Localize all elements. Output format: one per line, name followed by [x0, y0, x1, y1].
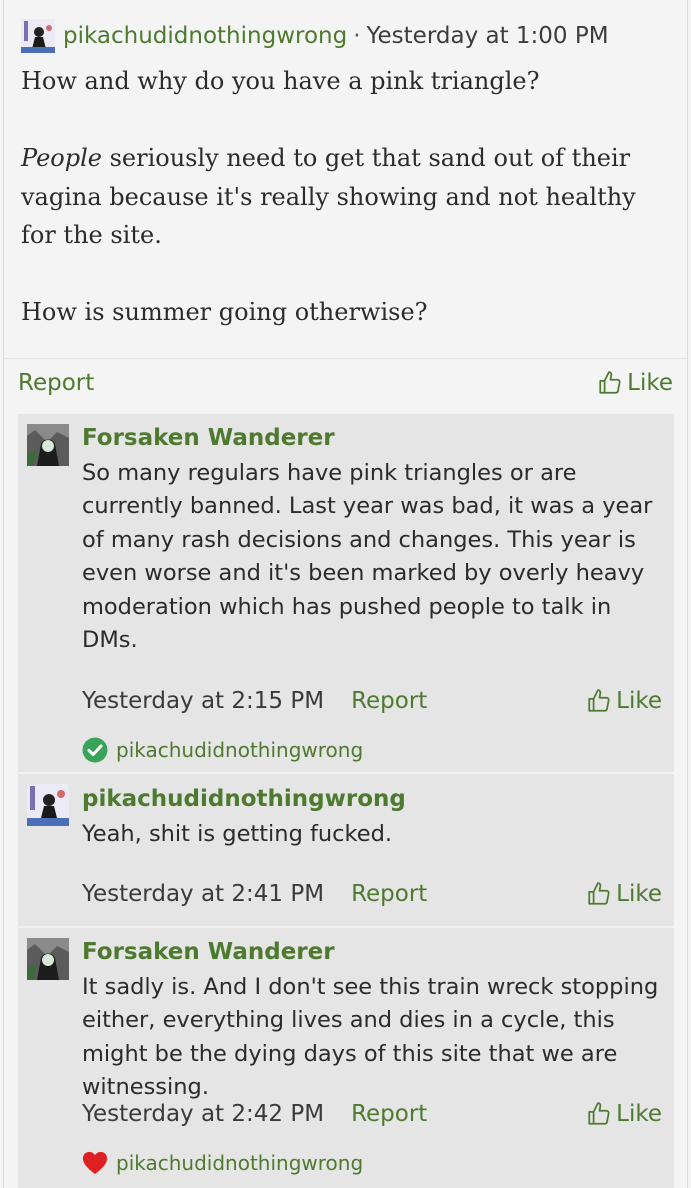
author-avatar[interactable] [21, 19, 55, 53]
comment-timestamp[interactable]: Yesterday at 2:15 PM [82, 688, 324, 714]
report-button[interactable]: Report [351, 881, 427, 907]
post-line: How is summer going otherwise? [21, 298, 428, 326]
post-timestamp[interactable]: Yesterday at 1:00 PM [367, 23, 609, 49]
post-actions: Report Like [18, 364, 673, 402]
post-author-link[interactable]: pikachudidnothingwrong [63, 23, 347, 49]
check-circle-icon [82, 737, 108, 763]
comment-item: pikachudidnothingwrong Yeah, shit is get… [18, 774, 674, 926]
reaction-summary[interactable]: pikachudidnothingwrong [82, 1148, 363, 1178]
like-label: Like [627, 370, 673, 396]
divider [3, 358, 688, 359]
comment-actions: Yesterday at 2:42 PM Report Like [82, 1097, 662, 1131]
like-label: Like [616, 688, 662, 714]
comment-author-link[interactable]: pikachudidnothingwrong [82, 786, 406, 812]
post-line: How and why do you have a pink triangle? [21, 67, 540, 95]
avatar-image-icon [27, 938, 69, 980]
comment-text: Yeah, shit is getting fucked. [82, 821, 393, 847]
comment-actions: Yesterday at 2:41 PM Report Like [82, 877, 662, 911]
avatar-image-icon [21, 19, 55, 53]
like-button[interactable]: Like [597, 370, 673, 396]
report-button[interactable]: Report [351, 1101, 427, 1127]
avatar-image-icon [27, 424, 69, 466]
post-line-rest: seriously need to get that sand out of t… [21, 144, 636, 249]
commenter-avatar[interactable] [27, 784, 69, 826]
like-button[interactable]: Like [586, 688, 662, 714]
comments-section: Forsaken Wanderer So many regulars have … [18, 414, 674, 1188]
comment-timestamp[interactable]: Yesterday at 2:41 PM [82, 881, 324, 907]
report-button[interactable]: Report [18, 370, 94, 396]
heart-icon [82, 1150, 108, 1176]
reaction-user-link[interactable]: pikachudidnothingwrong [116, 1151, 363, 1175]
post-line: People seriously need to get that sand o… [21, 139, 661, 255]
separator-dot: · [353, 23, 361, 49]
like-label: Like [616, 1101, 662, 1127]
thumbs-up-icon [599, 371, 621, 394]
like-label: Like [616, 881, 662, 907]
thumbs-up-icon [588, 1102, 610, 1125]
reaction-user-link[interactable]: pikachudidnothingwrong [116, 738, 363, 762]
comment-timestamp[interactable]: Yesterday at 2:42 PM [82, 1101, 324, 1127]
comment-actions: Yesterday at 2:15 PM Report Like [82, 684, 662, 718]
comment-author-link[interactable]: Forsaken Wanderer [82, 939, 335, 965]
thumbs-up-icon [588, 882, 610, 905]
report-button[interactable]: Report [351, 688, 427, 714]
emphasized-text: People [21, 144, 102, 172]
comment-text: So many regulars have pink triangles or … [82, 460, 653, 654]
post-body: How and why do you have a pink triangle?… [21, 62, 661, 332]
avatar-image-icon [27, 784, 69, 826]
commenter-avatar[interactable] [27, 938, 69, 980]
comment-item: Forsaken Wanderer It sadly is. And I don… [18, 928, 674, 1188]
comment-author-link[interactable]: Forsaken Wanderer [82, 425, 335, 451]
comment-item: Forsaken Wanderer So many regulars have … [18, 414, 674, 772]
reaction-summary[interactable]: pikachudidnothingwrong [82, 735, 363, 765]
post-header: pikachudidnothingwrong · Yesterday at 1:… [21, 17, 677, 55]
like-button[interactable]: Like [586, 881, 662, 907]
thumbs-up-icon [588, 689, 610, 712]
like-button[interactable]: Like [586, 1101, 662, 1127]
comment-text: It sadly is. And I don't see this train … [82, 974, 659, 1101]
commenter-avatar[interactable] [27, 424, 69, 466]
